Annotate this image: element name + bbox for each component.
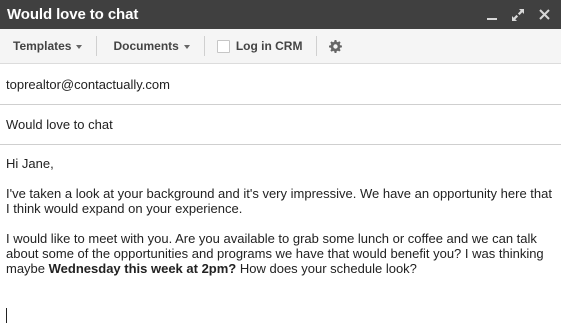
log-in-crm-label: Log in CRM bbox=[235, 39, 303, 53]
templates-label: Templates bbox=[13, 39, 72, 53]
compose-titlebar[interactable]: Would love to chat bbox=[0, 0, 561, 29]
close-icon[interactable] bbox=[535, 6, 553, 24]
subject-field-value[interactable]: Would love to chat bbox=[6, 117, 113, 132]
meeting-time-highlight: Wednesday this week at 2pm? bbox=[48, 261, 237, 276]
gear-icon[interactable] bbox=[329, 39, 343, 53]
expand-icon[interactable] bbox=[509, 6, 527, 24]
message-greeting: Hi Jane, bbox=[6, 156, 54, 171]
documents-label: Documents bbox=[113, 39, 179, 53]
message-body[interactable]: Hi Jane, I've taken a look at your backg… bbox=[0, 145, 561, 276]
log-in-crm-toggle[interactable]: Log in CRM bbox=[216, 39, 303, 53]
documents-dropdown[interactable]: Documents bbox=[113, 39, 190, 53]
message-paragraph-2-tail: How does your schedule look? bbox=[236, 261, 417, 276]
window-controls bbox=[483, 6, 553, 24]
to-field[interactable]: toprealtor@contactually.com bbox=[0, 64, 561, 105]
toolbar-divider bbox=[96, 36, 98, 56]
toolbar-divider bbox=[203, 36, 205, 56]
subject-field[interactable]: Would love to chat bbox=[0, 105, 561, 145]
chevron-down-icon bbox=[183, 44, 190, 49]
compose-window: Would love to chat Templates Documents L… bbox=[0, 0, 561, 325]
log-in-crm-checkbox[interactable] bbox=[216, 39, 230, 53]
toolbar-divider bbox=[316, 36, 318, 56]
compose-toolbar: Templates Documents Log in CRM bbox=[0, 29, 561, 64]
text-cursor bbox=[6, 308, 7, 323]
templates-dropdown[interactable]: Templates bbox=[13, 39, 83, 53]
minimize-icon[interactable] bbox=[483, 6, 501, 24]
to-field-value[interactable]: toprealtor@contactually.com bbox=[6, 77, 170, 92]
message-paragraph-2: I would like to meet with you. Are you a… bbox=[6, 231, 555, 276]
message-paragraph-1: I've taken a look at your background and… bbox=[6, 186, 552, 216]
chevron-down-icon bbox=[76, 44, 83, 49]
compose-title: Would love to chat bbox=[7, 6, 139, 23]
